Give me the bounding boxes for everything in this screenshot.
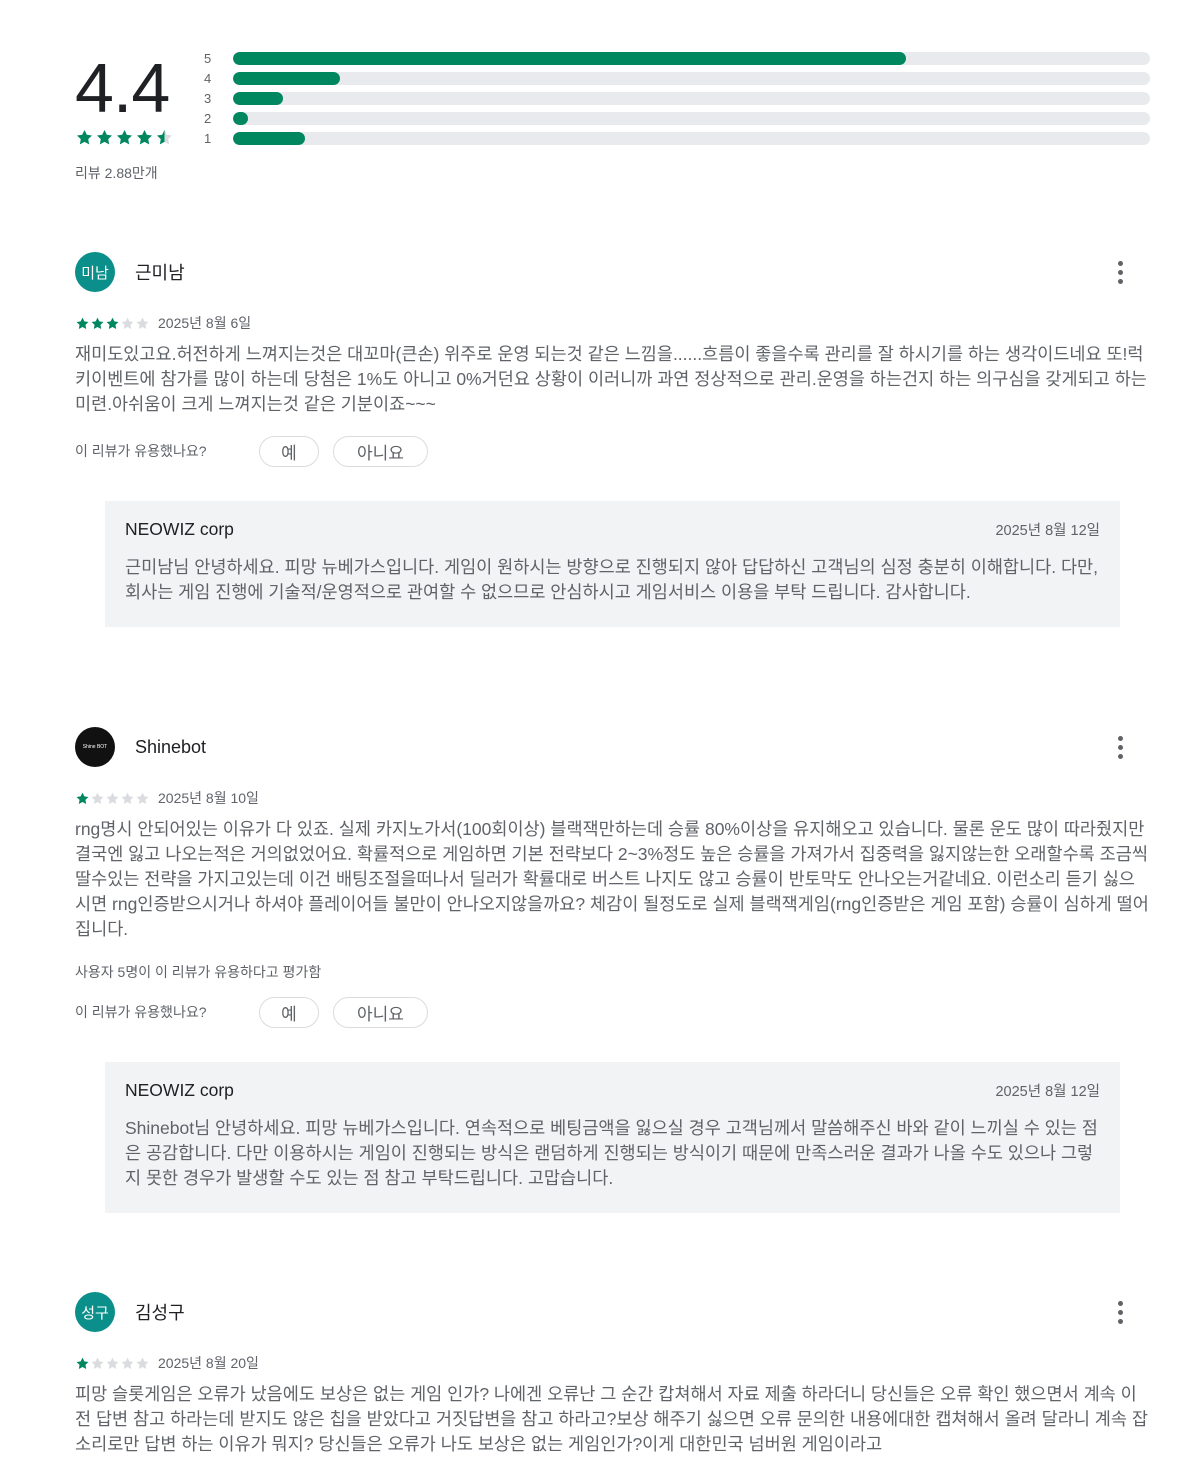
rating-bar-track (233, 51, 1150, 65)
review-star-rating (75, 791, 150, 806)
rating-bar-row: 1 (204, 128, 1150, 148)
review-header: 미남 근미남 (75, 252, 1150, 292)
rating-bar-row: 4 (204, 68, 1150, 88)
rating-bar-fill (233, 71, 341, 85)
helpful-no-button[interactable]: 아니요 (333, 996, 428, 1028)
more-options-button[interactable] (1115, 1298, 1125, 1326)
rating-bar-label: 2 (204, 110, 212, 126)
rating-bar-row: 3 (204, 88, 1150, 108)
star-empty-icon (90, 1356, 105, 1371)
review-date: 2025년 8월 20일 (158, 1355, 259, 1371)
reply-text: Shinebot님 안녕하세요. 피망 뉴베가스입니다. 연속적으로 베팅금액을… (125, 1118, 1098, 1188)
review-text: 재미도있고요.허전하게 느껴지는것은 대꼬마(큰손) 위주로 운영 되는것 같은… (75, 344, 1147, 414)
reviewer-name: Shinebot (135, 736, 207, 757)
rating-bar-track (233, 131, 1150, 145)
developer-name: NEOWIZ corp (125, 1079, 234, 1100)
more-options-button[interactable] (1115, 258, 1125, 286)
star-empty-icon (135, 791, 150, 806)
review-star-rating (75, 1356, 150, 1371)
reply-header: NEOWIZ corp 2025년 8월 12일 (125, 1078, 1100, 1102)
helpful-question: 이 리뷰가 유용했나요? (75, 443, 207, 459)
review-text: 피망 슬롯게임은 오류가 났음에도 보상은 없는 게임 인가? 나에겐 오류난 … (75, 1384, 1148, 1454)
developer-name: NEOWIZ corp (125, 518, 234, 539)
avatar: 미남 (75, 252, 115, 292)
more-options-button[interactable] (1115, 733, 1125, 761)
star-filled-icon (75, 316, 90, 331)
rating-bar-row: 2 (204, 108, 1150, 128)
reply-date: 2025년 8월 12일 (995, 1083, 1100, 1100)
rating-bar-fill (233, 131, 306, 145)
rating-bar-fill (233, 51, 907, 65)
rating-distribution: 5 4 3 2 1 (204, 48, 1150, 148)
rating-bar-label: 1 (204, 130, 212, 146)
review-count: 리뷰 2.88만개 (75, 165, 158, 181)
rating-bar-fill (233, 91, 284, 105)
rating-bar-label: 4 (204, 70, 212, 86)
rating-bar-label: 5 (204, 50, 212, 66)
rating-bar-label: 3 (204, 90, 212, 106)
rating-bar-track (233, 91, 1150, 105)
review-header: Shine BOT Shinebot (75, 727, 1150, 767)
star-filled-icon (115, 128, 134, 147)
star-empty-icon (135, 1356, 150, 1371)
review-meta: 2025년 8월 20일 (75, 1354, 1150, 1372)
review-date: 2025년 8월 10일 (158, 790, 259, 806)
star-empty-icon (135, 316, 150, 331)
rating-bar-fill (233, 111, 248, 125)
star-filled-icon (75, 1356, 90, 1371)
helpful-prompt: 이 리뷰가 유용했나요? 예 아니요 (75, 435, 1150, 467)
star-empty-icon (105, 1356, 120, 1371)
average-rating: 4.4 (75, 49, 170, 127)
star-filled-icon (95, 128, 114, 147)
helpful-count: 사용자 5명이 이 리뷰가 유용하다고 평가함 (75, 964, 322, 980)
developer-reply: NEOWIZ corp 2025년 8월 12일 근미남님 안녕하세요. 피망 … (105, 501, 1120, 627)
review-meta: 2025년 8월 10일 (75, 789, 1150, 807)
star-filled-icon (90, 316, 105, 331)
star-filled-icon (135, 128, 154, 147)
review-card: Shine BOT Shinebot 2025년 8월 10일 rng명시 안되… (75, 727, 1150, 1213)
reply-text: 근미남님 안녕하세요. 피망 뉴베가스입니다. 게임이 원하시는 방향으로 진행… (125, 557, 1099, 602)
helpful-yes-button[interactable]: 예 (259, 996, 319, 1028)
reviewer-name: 김성구 (135, 1303, 185, 1323)
reply-header: NEOWIZ corp 2025년 8월 12일 (125, 517, 1100, 541)
avatar: 성구 (75, 1292, 115, 1332)
review-date: 2025년 8월 6일 (158, 315, 252, 331)
rating-bar-track (233, 111, 1150, 125)
helpful-yes-button[interactable]: 예 (259, 435, 319, 467)
star-empty-icon (120, 791, 135, 806)
star-empty-icon (90, 791, 105, 806)
review-card: 미남 근미남 2025년 8월 6일 재미도있고요.허전하게 느껴지는것은 대꼬… (75, 252, 1150, 627)
helpful-no-button[interactable]: 아니요 (333, 435, 428, 467)
developer-reply: NEOWIZ corp 2025년 8월 12일 Shinebot님 안녕하세요… (105, 1062, 1120, 1213)
average-rating-stars (75, 128, 174, 147)
review-text: rng명시 안되어있는 이유가 다 있죠. 실제 카지노가서(100회이상) 블… (75, 819, 1149, 939)
star-empty-icon (120, 1356, 135, 1371)
star-filled-icon (75, 791, 90, 806)
rating-summary: 4.4 리뷰 2.88만개 5 4 3 2 1 (75, 48, 1150, 188)
rating-bar-row: 5 (204, 48, 1150, 68)
star-filled-icon (75, 128, 94, 147)
star-empty-icon (105, 791, 120, 806)
reply-date: 2025년 8월 12일 (995, 522, 1100, 539)
star-filled-icon (105, 316, 120, 331)
rating-bar-track (233, 71, 1150, 85)
review-card: 성구 김성구 2025년 8월 20일 피망 슬롯게임은 오류가 났음에도 보상… (75, 1292, 1150, 1457)
review-header: 성구 김성구 (75, 1292, 1150, 1332)
reviewer-name: 근미남 (135, 263, 185, 283)
star-half-icon (155, 128, 174, 147)
star-empty-icon (120, 316, 135, 331)
helpful-prompt: 이 리뷰가 유용했나요? 예 아니요 (75, 996, 1150, 1028)
helpful-question: 이 리뷰가 유용했나요? (75, 1004, 207, 1020)
avatar: Shine BOT (75, 727, 115, 767)
review-meta: 2025년 8월 6일 (75, 314, 1150, 332)
review-star-rating (75, 316, 150, 331)
